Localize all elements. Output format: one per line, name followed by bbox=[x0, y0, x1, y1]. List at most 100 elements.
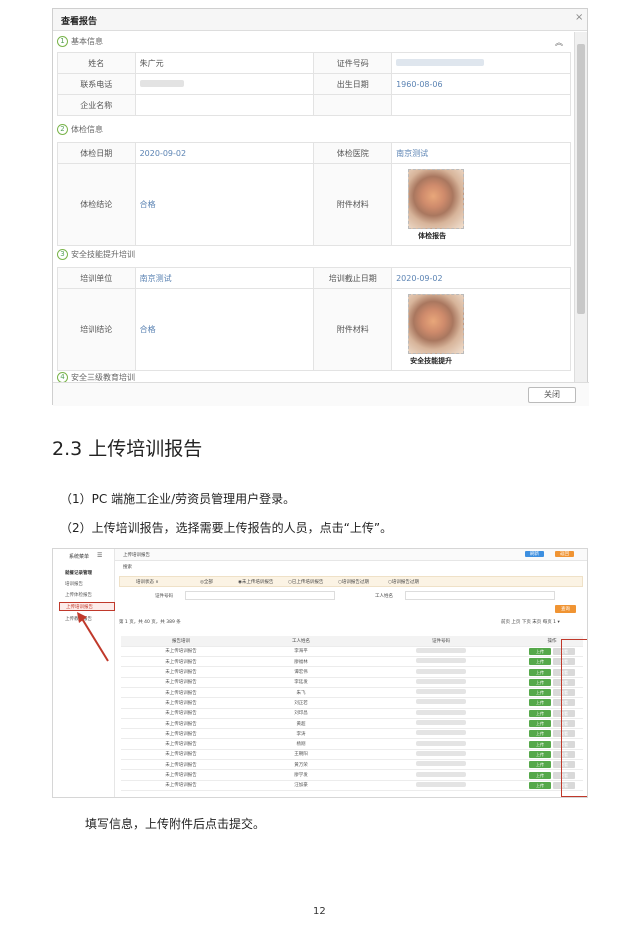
upload-button[interactable]: 上传 bbox=[529, 699, 551, 707]
training-report-table: 报告培训 工人姓名 证件号码 操作 未上传培训报告 李海平 上传 查看 未上传培训报告廖… bbox=[121, 636, 583, 791]
redacted-id bbox=[416, 781, 466, 787]
close-icon[interactable]: × bbox=[575, 12, 583, 23]
section-education-info: 4 安全三级教育培训 bbox=[57, 372, 571, 382]
table-row[interactable]: 未上传培训报告 刘印昌 上传 查看 bbox=[121, 708, 583, 719]
view-button[interactable]: 查看 bbox=[553, 699, 575, 707]
view-button[interactable]: 查看 bbox=[553, 668, 575, 676]
search-toggle[interactable]: 搜索 bbox=[123, 564, 132, 570]
pagination-controls[interactable]: 前页 上页 下页 末页 每页 1 ▾ bbox=[501, 619, 560, 625]
table-row[interactable]: 未上传培训报告 李廷发 上传 查看 bbox=[121, 677, 583, 688]
row-actions: 上传 查看 bbox=[521, 666, 583, 678]
row-worker-name: 廖福林 bbox=[241, 656, 361, 668]
table-row[interactable]: 未上传培训报告 黄万荣 上传 查看 bbox=[121, 759, 583, 771]
training-unit-value: 南京测试 bbox=[134, 267, 315, 289]
sidebar-item-upload-exam[interactable]: 上传体检报告 bbox=[59, 591, 115, 600]
training-info-table: 培训单位 南京测试 培训截止日期 2020-09-02 培训结论 合格 附件材料… bbox=[57, 267, 571, 371]
upload-button[interactable]: 上传 bbox=[529, 730, 551, 738]
view-button[interactable]: 查看 bbox=[553, 647, 575, 655]
view-button[interactable]: 查看 bbox=[553, 771, 575, 779]
table-row[interactable]: 未上传培训报告 刘正若 上传 查看 bbox=[121, 697, 583, 709]
table-row[interactable]: 未上传培训报告 王朝阳 上传 查看 bbox=[121, 749, 583, 761]
filter-tabs: 培训状态 ∨ ◎全部 ◉未上传培训报告 ○已上传培训报告 ○培训报告过期 ○培训… bbox=[119, 576, 583, 587]
view-button[interactable]: 查看 bbox=[553, 750, 575, 758]
upload-button[interactable]: 上传 bbox=[529, 689, 551, 697]
exam-report-thumbnail[interactable] bbox=[408, 168, 465, 229]
name-value: 朱广元 bbox=[134, 52, 315, 74]
training-result-label: 培训结论 bbox=[57, 288, 136, 371]
dialog-scrollbar[interactable] bbox=[574, 32, 587, 382]
row-worker-name: 刘正若 bbox=[241, 697, 361, 709]
table-row[interactable]: 未上传培训报告 朱飞 上传 查看 bbox=[121, 687, 583, 699]
redacted-phone bbox=[139, 79, 184, 87]
training-report-caption: 安全技能提升 bbox=[410, 356, 453, 365]
back-button[interactable]: 返回 bbox=[555, 551, 574, 557]
refresh-button[interactable]: 刷新 bbox=[525, 551, 544, 557]
row-status: 未上传培训报告 bbox=[121, 646, 241, 658]
menu-toggle-icon[interactable]: ☰ bbox=[97, 552, 102, 559]
upload-button[interactable]: 上传 bbox=[529, 709, 551, 717]
view-button[interactable]: 查看 bbox=[553, 678, 575, 686]
view-report-dialog: 查看报告 × 1 基本信息 ︽ 姓名 朱广元 证件号码 联系电话 出生日期 196… bbox=[52, 8, 589, 406]
table-row[interactable]: 未上传培训报告 李涛 上传 查看 bbox=[121, 728, 583, 740]
upload-button[interactable]: 上传 bbox=[529, 761, 551, 769]
table-row[interactable]: 未上传培训报告 黄超 上传 查看 bbox=[121, 718, 583, 730]
upload-button[interactable]: 上传 bbox=[529, 668, 551, 676]
upload-button[interactable]: 上传 bbox=[529, 720, 551, 728]
upload-button[interactable]: 上传 bbox=[529, 771, 551, 779]
view-button[interactable]: 查看 bbox=[553, 781, 575, 789]
table-row[interactable]: 未上传培训报告 廖学发 上传 查看 bbox=[121, 769, 583, 781]
exam-info-table: 体检日期 2020-09-02 体检医院 南京测试 体检结论 合格 附件材料 体… bbox=[57, 142, 571, 246]
view-button[interactable]: 查看 bbox=[553, 720, 575, 728]
view-button[interactable]: 查看 bbox=[553, 689, 575, 697]
exam-attachment[interactable]: 体检报告 bbox=[391, 163, 571, 246]
sidebar-item-group[interactable]: 就餐记录管理 bbox=[59, 569, 115, 578]
page-number: 12 bbox=[313, 906, 326, 917]
id-field-input[interactable] bbox=[185, 591, 335, 600]
sidebar-item-upload-training[interactable]: 上传培训报告 bbox=[59, 602, 115, 611]
training-report-thumbnail[interactable] bbox=[408, 293, 465, 354]
filter-not-uploaded[interactable]: ◉未上传培训报告 bbox=[238, 579, 273, 585]
row-status: 未上传培训报告 bbox=[121, 708, 241, 719]
filter-status[interactable]: 培训状态 ∨ bbox=[136, 579, 159, 585]
view-button[interactable]: 查看 bbox=[553, 709, 575, 717]
redacted-id bbox=[416, 658, 466, 664]
section-title: 安全技能提升培训 bbox=[71, 250, 135, 259]
filter-expired[interactable]: ○培训报告过期 bbox=[338, 579, 369, 585]
redacted-id bbox=[416, 699, 466, 705]
row-actions: 上传 查看 bbox=[521, 656, 583, 668]
view-button[interactable]: 查看 bbox=[553, 730, 575, 738]
table-row[interactable]: 未上传培训报告 汪加豪 上传 查看 bbox=[121, 780, 583, 791]
view-button[interactable]: 查看 bbox=[553, 740, 575, 748]
row-actions: 上传 查看 bbox=[521, 728, 583, 740]
table-row[interactable]: 未上传培训报告 廖福林 上传 查看 bbox=[121, 656, 583, 668]
upload-button[interactable]: 上传 bbox=[529, 750, 551, 758]
upload-button[interactable]: 上传 bbox=[529, 678, 551, 686]
table-row[interactable]: 未上传培训报告 杨刚 上传 查看 bbox=[121, 738, 583, 750]
filter-uploaded[interactable]: ○已上传培训报告 bbox=[288, 579, 323, 585]
redacted-id bbox=[416, 730, 466, 736]
query-button[interactable]: 查询 bbox=[555, 605, 576, 613]
filter-expired-2[interactable]: ○培训报告过期 bbox=[388, 579, 419, 585]
upload-button[interactable]: 上传 bbox=[529, 647, 551, 655]
redacted-id bbox=[416, 761, 466, 767]
redacted-id bbox=[416, 689, 466, 695]
close-button[interactable]: 关闭 bbox=[528, 387, 576, 403]
filter-all[interactable]: ◎全部 bbox=[200, 579, 213, 585]
sidebar-item-training-report[interactable]: 培训报告 bbox=[59, 580, 115, 589]
redacted-id bbox=[416, 740, 466, 746]
training-attachment[interactable]: 安全技能提升 bbox=[391, 288, 571, 371]
upload-button[interactable]: 上传 bbox=[529, 658, 551, 666]
collapse-icon[interactable]: ︽ bbox=[555, 37, 563, 48]
table-row[interactable]: 未上传培训报告 李海平 上传 查看 bbox=[121, 646, 583, 658]
upload-button[interactable]: 上传 bbox=[529, 781, 551, 789]
row-actions: 上传 查看 bbox=[521, 718, 583, 730]
worker-field-label: 工人姓名 bbox=[375, 594, 393, 599]
scrollbar-thumb[interactable] bbox=[577, 44, 585, 314]
table-row[interactable]: 未上传培训报告 谭宏伟 上传 查看 bbox=[121, 666, 583, 678]
view-button[interactable]: 查看 bbox=[553, 658, 575, 666]
view-button[interactable]: 查看 bbox=[553, 761, 575, 769]
row-status: 未上传培训报告 bbox=[121, 687, 241, 699]
upload-button[interactable]: 上传 bbox=[529, 740, 551, 748]
column-header: 操作 bbox=[521, 636, 583, 647]
worker-field-input[interactable] bbox=[405, 591, 555, 600]
